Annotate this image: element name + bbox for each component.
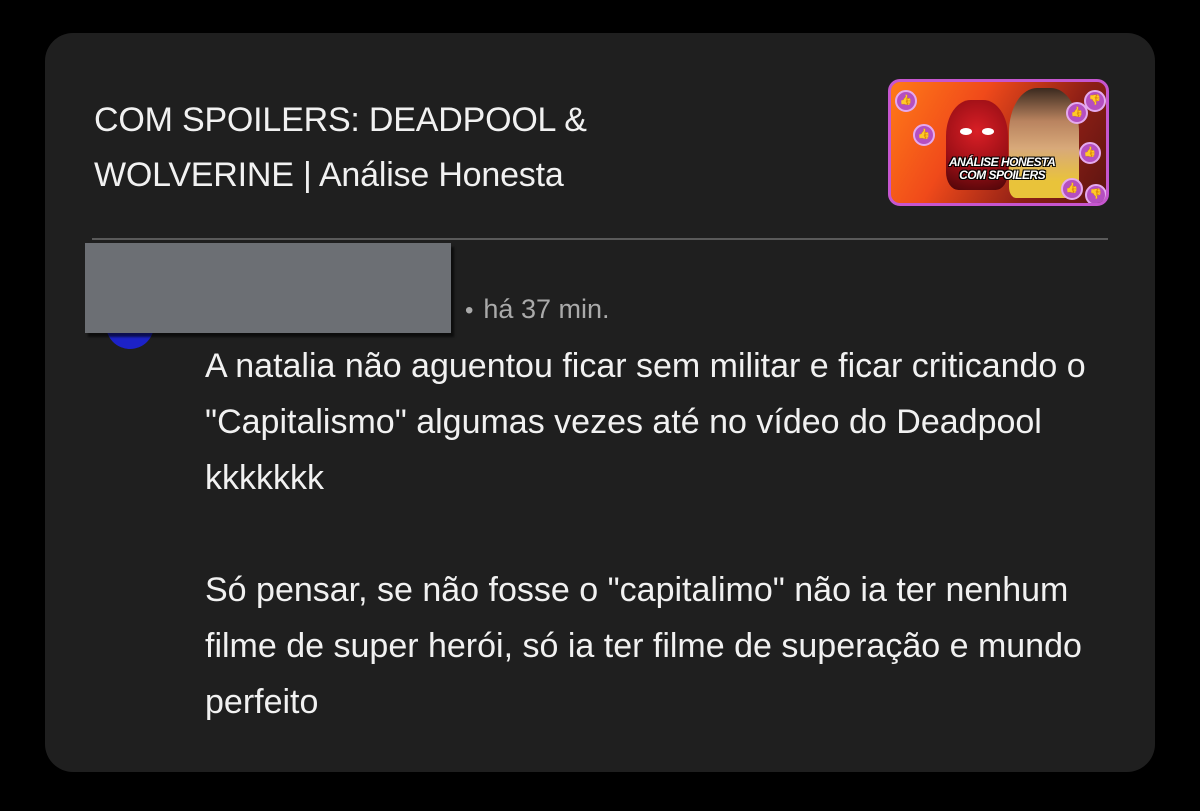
comment-paragraph-1: A natalia não aguentou ficar sem militar… xyxy=(205,347,1086,497)
thumbs-up-icon: 👍 xyxy=(1061,178,1083,200)
comment-body: A natalia não aguentou ficar sem militar… xyxy=(205,338,1125,730)
thumbnail-caption-line-1: ANÁLISE HONESTA xyxy=(949,155,1056,169)
thumbnail-caption: ANÁLISE HONESTA COM SPOILERS xyxy=(949,155,1056,182)
thumbs-up-icon: 👍 xyxy=(1079,142,1101,164)
comment-timestamp: há 37 min. xyxy=(483,294,610,324)
redacted-username xyxy=(85,243,451,333)
video-title-line-2: WOLVERINE | Análise Honesta xyxy=(94,156,564,194)
thumbs-up-icon: 👍 xyxy=(1066,102,1088,124)
video-title-line-1: COM SPOILERS: DEADPOOL & xyxy=(94,101,587,139)
thumbnail-caption-line-2: COM SPOILERS xyxy=(959,168,1046,182)
comment-paragraph-2: Só pensar, se não fosse o "capitalimo" n… xyxy=(205,571,1082,721)
thumbs-up-icon: 👍 xyxy=(913,124,935,146)
thumbs-up-icon: 👍 xyxy=(895,90,917,112)
comment-meta: • há 37 min. xyxy=(465,291,609,329)
meta-separator: • xyxy=(465,297,474,324)
thumbs-down-icon: 👎 xyxy=(1085,184,1106,203)
video-title[interactable]: COM SPOILERS: DEADPOOL & WOLVERINE | Aná… xyxy=(94,93,794,203)
video-thumbnail[interactable]: 👍 👎 👍 👍 👍 👎 👍 ANÁLISE HONESTA COM SPOILE… xyxy=(888,79,1109,206)
notification-card[interactable]: COM SPOILERS: DEADPOOL & WOLVERINE | Aná… xyxy=(45,33,1155,772)
divider xyxy=(92,238,1108,240)
